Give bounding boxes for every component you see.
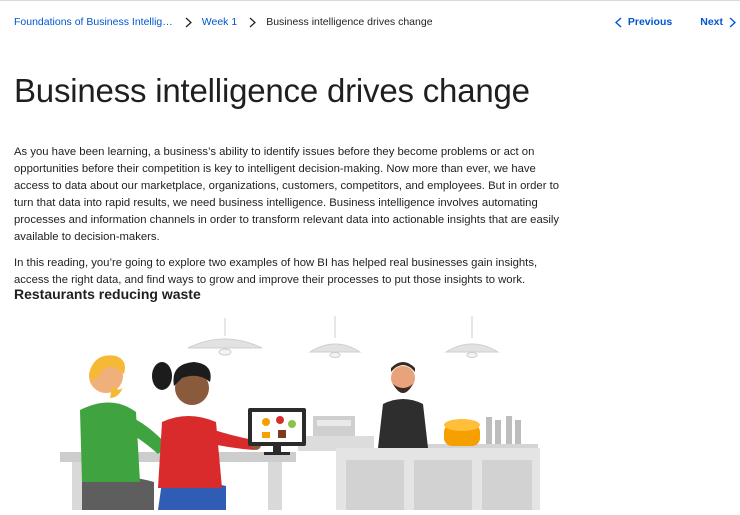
chevron-right-icon: [249, 17, 257, 28]
next-label: Next: [700, 16, 723, 28]
top-border: [0, 0, 740, 1]
lamp-right: [444, 316, 500, 358]
reading-body: As you have been learning, a business’s …: [14, 144, 574, 297]
page-title: Business intelligence drives change: [14, 72, 530, 109]
pager: Previous Next: [614, 16, 736, 28]
paragraph-intro: As you have been learning, a business’s …: [14, 146, 560, 244]
section-heading: Restaurants reducing waste: [14, 286, 201, 302]
breadcrumb-current: Business intelligence drives change: [266, 16, 433, 28]
breadcrumb-course-link[interactable]: Foundations of Business Intellig…: [14, 16, 173, 28]
lamp-left: [187, 318, 263, 356]
top-navigation: Foundations of Business Intellig… Week 1…: [14, 12, 736, 32]
chevron-right-icon: [729, 16, 736, 28]
woman-red-shirt: [152, 362, 261, 510]
next-button[interactable]: Next: [700, 16, 736, 28]
previous-button[interactable]: Previous: [614, 16, 673, 28]
chevron-left-icon: [614, 16, 622, 28]
lamp-middle: [308, 316, 362, 358]
paragraph-overview: In this reading, you’re going to explore…: [14, 256, 538, 286]
previous-label: Previous: [627, 16, 673, 28]
server-figure: [378, 362, 428, 448]
breadcrumb-week-link[interactable]: Week 1: [202, 16, 237, 28]
chevron-right-icon: [185, 17, 192, 28]
front-counter: [336, 448, 540, 510]
restaurant-illustration: [60, 316, 540, 510]
